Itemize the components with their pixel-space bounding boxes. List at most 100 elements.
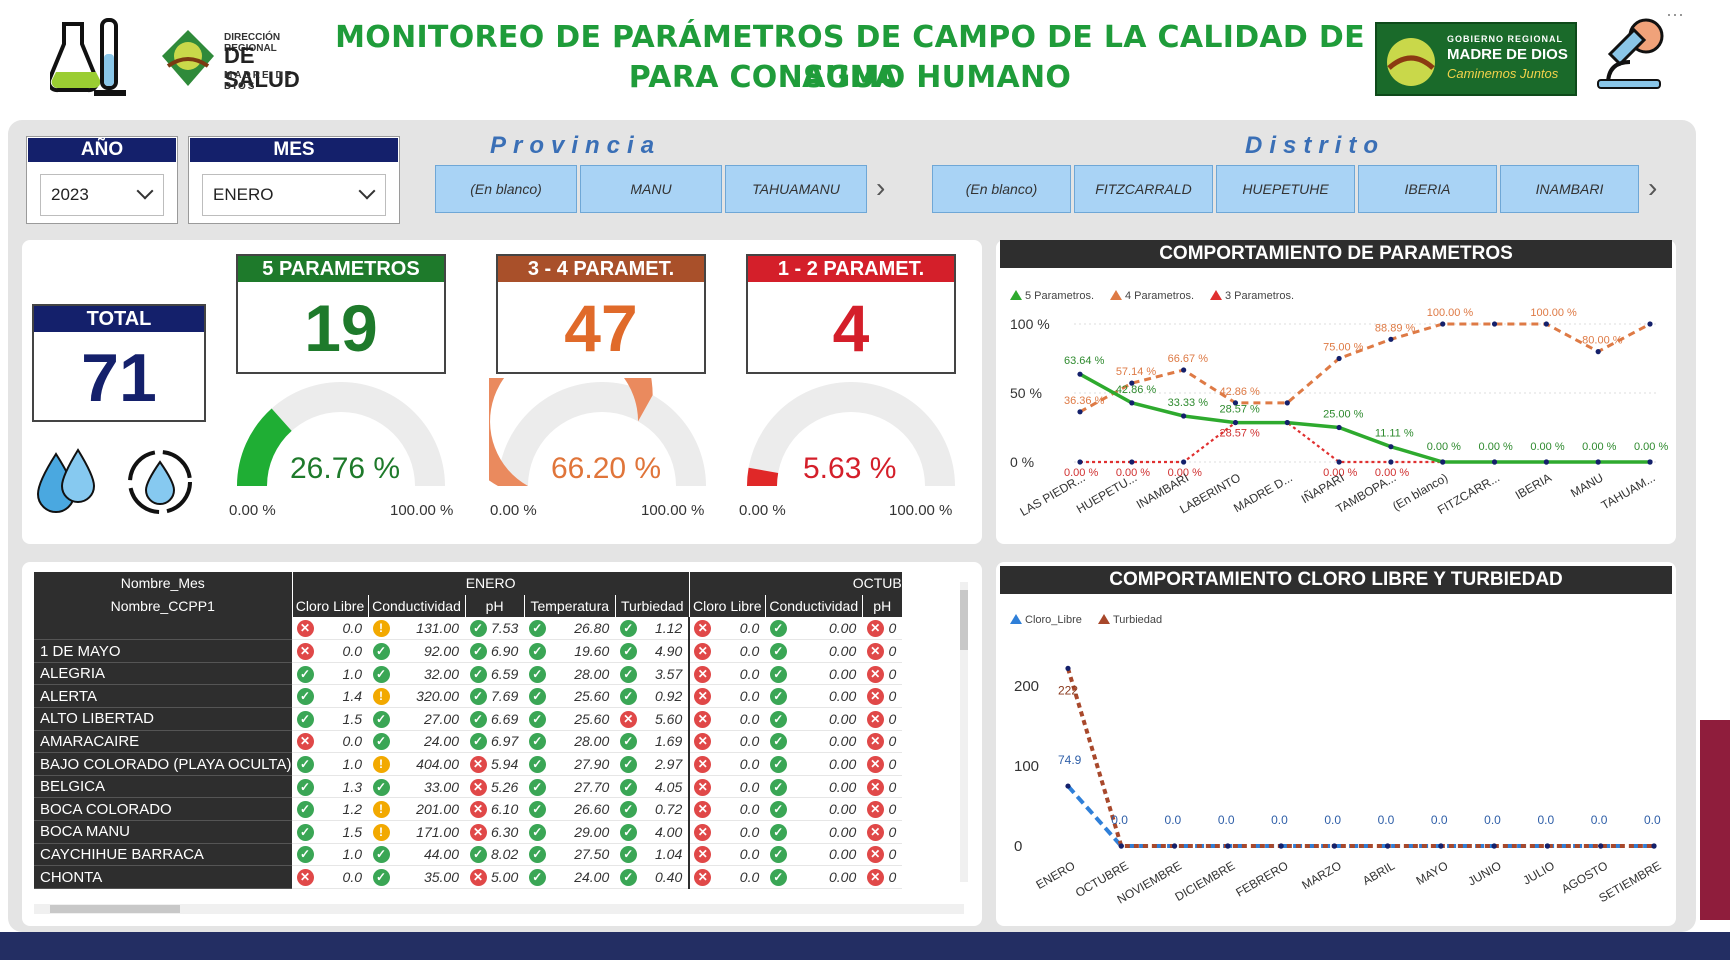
mes-dropdown[interactable]: ENERO	[202, 174, 386, 216]
data-label: 0.0	[1484, 813, 1501, 827]
status-cell: ✓	[368, 843, 394, 867]
status-cell: ✓	[368, 707, 394, 731]
check-icon: ✓	[619, 642, 637, 660]
value-cell: 0.0	[318, 617, 368, 641]
check-icon: ✓	[372, 665, 390, 683]
table-row[interactable]: 1 DE MAYO ✕ 0.0 ✓ 92.00 ✓ 6.90 ✓ 19.60 ✓ 4.90 ✕ 0.0 ✓…	[34, 639, 903, 663]
table-vertical-scroll-thumb[interactable]	[960, 590, 968, 650]
more-options-button[interactable]: ···	[1666, 4, 1684, 25]
table-row[interactable]: AMARACAIRE ✕ 0.0 ✓ 24.00 ✓ 6.97 ✓ 28.00 ✓ 1.69 ✕ 0.0…	[34, 730, 903, 754]
table-row[interactable]: CAYCHIHUE BARRACA ✓ 1.0 ✓ 44.00 ✓ 8.02 ✓ 27.50 ✓ 1…	[34, 843, 903, 867]
data-label: 0.00 %	[1530, 441, 1564, 453]
cross-icon: ✕	[694, 642, 712, 660]
table-row[interactable]: ✕ 0.0! 131.00 ✓ 7.53 ✓ 26.80 ✓ 1.12 ✕ 0.0 ✓ 0.00 ✕ 0	[34, 617, 903, 641]
value-cell: 0.0	[715, 707, 766, 731]
distrito-next-arrow-icon[interactable]: ›	[1648, 172, 1657, 204]
value-cell: 0.00	[791, 752, 863, 776]
cross-icon: ✕	[694, 733, 712, 751]
value-cell: 7.53	[491, 617, 525, 641]
data-label: 0.0	[1537, 813, 1554, 827]
column-header[interactable]: Turbiedad	[615, 594, 690, 618]
status-cell: ✓	[765, 865, 792, 889]
check-icon: ✓	[372, 778, 390, 796]
value-cell: 320.00	[394, 684, 465, 709]
y-tick-label: 200	[1014, 678, 1039, 695]
value-cell: 24.00	[550, 865, 616, 889]
status-cell: ✓	[615, 617, 642, 641]
params-matrix-table[interactable]: Nombre_Mes ENERO OCTUB Nombre_CCPP1 Clor…	[34, 572, 964, 904]
table-row[interactable]: BELGICA ✓ 1.3 ✓ 33.00 ✕ 5.26 ✓ 27.70 ✓ 4.05 ✕ 0.0 ✓ 0.…	[34, 775, 903, 799]
table-row[interactable]: BOCA MANU ✓ 1.5! 171.00 ✕ 6.30 ✓ 29.00 ✓ 4.00 ✕ 0.0…	[34, 820, 903, 844]
column-header[interactable]: pH	[862, 594, 903, 618]
value-cell: 92.00	[394, 639, 465, 663]
check-icon: ✓	[528, 710, 546, 728]
column-header[interactable]: Cloro Libre	[292, 594, 369, 618]
series-line-0	[1066, 784, 1654, 848]
table-row[interactable]: BOCA COLORADO ✓ 1.2! 201.00 ✕ 6.10 ✓ 26.60 ✓ 0.72…	[34, 797, 903, 822]
cross-icon: ✕	[866, 778, 884, 796]
data-point	[1440, 321, 1446, 327]
legend-label-0: Cloro_Libre	[1025, 614, 1082, 626]
distrito-tile-fitzcarrald[interactable]: FITZCARRALD	[1074, 165, 1213, 213]
status-cell: ✓	[765, 843, 792, 867]
provincia-next-arrow-icon[interactable]: ›	[876, 172, 885, 204]
column-header[interactable]: Cloro Libre	[689, 594, 766, 618]
check-icon: ✓	[296, 823, 314, 841]
anio-dropdown[interactable]: 2023	[40, 174, 164, 216]
data-point	[1595, 349, 1601, 355]
salud-logo: DIRECCIÓN REGIONAL DE SALUD MADRE DE DIO…	[158, 24, 328, 94]
gobierno-logo-line3: Caminemos Juntos	[1447, 66, 1559, 81]
value-cell: 19.60	[550, 639, 616, 663]
chevron-down-icon	[358, 182, 376, 200]
cross-icon: ✕	[296, 620, 314, 638]
provincia-tile-manu[interactable]: MANU	[580, 165, 722, 213]
table-row[interactable]: ALTO LIBERTAD ✓ 1.5 ✓ 27.00 ✓ 6.69 ✓ 25.60 ✕ 5.60 ✕…	[34, 707, 903, 731]
data-label: 80.00 %	[1582, 335, 1623, 347]
table-row[interactable]: BAJO COLORADO (PLAYA OCULTA) ✓ 1.0! 404.00 ✕…	[34, 752, 903, 776]
x-tick-label: IBERIA	[1513, 470, 1554, 502]
data-label: 36.36 %	[1064, 395, 1105, 407]
cross-icon: ✕	[469, 778, 487, 796]
warning-icon: !	[372, 755, 390, 773]
one-two-params-label: 1 - 2 PARAMET.	[748, 256, 954, 282]
column-header[interactable]: Temperatura	[524, 594, 616, 618]
table-row[interactable]: CHONTA ✕ 0.0 ✓ 35.00 ✕ 5.00 ✓ 24.00 ✓ 0.40 ✕ 0.0 ✓ 0.0…	[34, 865, 903, 889]
value-cell: 0.00	[791, 684, 863, 709]
column-header[interactable]: Conductividad	[368, 594, 466, 618]
value-cell: 0.00	[791, 617, 863, 641]
check-icon: ✓	[619, 733, 637, 751]
distrito-tile-blank[interactable]: (En blanco)	[932, 165, 1071, 213]
page-title-line2: PARA CONSUMO HUMANO	[628, 60, 1072, 95]
x-tick-label: ABRIL	[1360, 858, 1397, 888]
status-cell: ✓	[465, 639, 491, 663]
column-header[interactable]: Conductividad	[765, 594, 863, 618]
table-row[interactable]: ALERTA ✓ 1.4! 320.00 ✓ 7.69 ✓ 25.60 ✓ 0.92 ✕ 0.0 ✓ 0.…	[34, 684, 903, 709]
status-cell: !	[368, 684, 394, 709]
legend-marker-1	[1098, 614, 1110, 624]
value-cell: 0.0	[715, 843, 766, 867]
status-cell: ✓	[765, 730, 792, 754]
distrito-tile-iberia[interactable]: IBERIA	[1358, 165, 1497, 213]
status-cell: ✕	[465, 865, 491, 889]
status-cell: ✓	[615, 820, 642, 844]
x-tick-label: ENERO	[1034, 858, 1078, 891]
table-row[interactable]: ALEGRIA ✓ 1.0 ✓ 32.00 ✓ 6.59 ✓ 28.00 ✓ 3.57 ✕ 0.0 ✓ 0.…	[34, 662, 903, 686]
value-cell: 35.00	[394, 865, 465, 889]
check-icon: ✓	[528, 620, 546, 638]
table-horizontal-scroll-thumb[interactable]	[50, 905, 180, 913]
cross-icon: ✕	[694, 778, 712, 796]
check-icon: ✓	[528, 823, 546, 841]
column-header[interactable]: pH	[465, 594, 525, 618]
data-label: 0.0	[1644, 813, 1661, 827]
data-label: 88.89 %	[1375, 322, 1416, 334]
x-tick-label: DICIEMBRE	[1173, 858, 1238, 903]
value-cell: 0	[888, 639, 903, 663]
status-cell: ✕	[862, 662, 889, 686]
cross-icon: ✕	[866, 823, 884, 841]
ccpp-name-cell: 1 DE MAYO	[34, 639, 292, 663]
provincia-tile-blank[interactable]: (En blanco)	[435, 165, 577, 213]
provincia-tile-tahuamanu[interactable]: TAHUAMANU	[725, 165, 867, 213]
distrito-tile-inambari[interactable]: INAMBARI	[1500, 165, 1639, 213]
status-cell: ✕	[688, 639, 716, 663]
distrito-tile-huepetuhe[interactable]: HUEPETUHE	[1216, 165, 1355, 213]
